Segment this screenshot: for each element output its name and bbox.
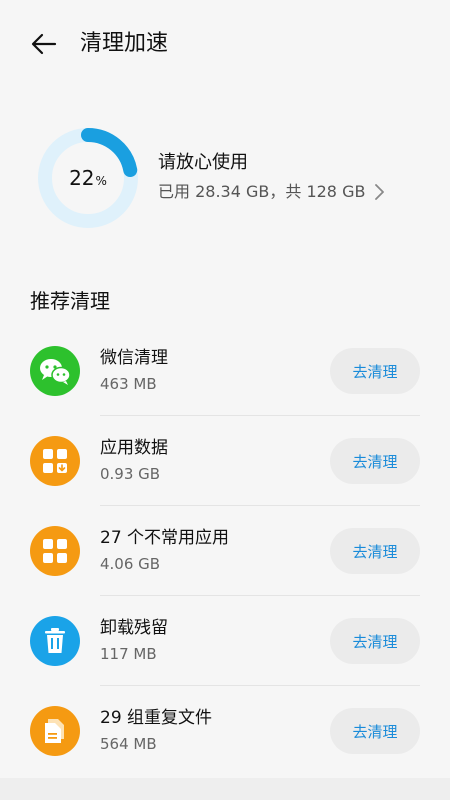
bottom-bar (0, 778, 450, 800)
clean-button[interactable]: 去清理 (330, 438, 420, 484)
storage-percent: 22% (36, 126, 140, 230)
item-size: 117 MB (100, 645, 157, 663)
item-name: 27 个不常用应用 (100, 528, 230, 548)
wechat-icon (40, 359, 71, 385)
item-name: 应用数据 (100, 438, 168, 458)
chevron-right-icon (375, 184, 385, 200)
header: 清理加速 (0, 0, 450, 88)
item-size: 564 MB (100, 735, 157, 753)
item-size: 4.06 GB (100, 555, 161, 573)
page-title: 清理加速 (80, 31, 169, 56)
storage-percent-unit: % (95, 173, 107, 188)
apps-grid-icon (43, 539, 67, 563)
duplicate-files-icon-badge (30, 706, 80, 756)
item-size: 0.93 GB (100, 465, 161, 483)
storage-detail[interactable]: 已用 28.34 GB，共 128 GB (158, 180, 385, 204)
clean-button[interactable]: 去清理 (330, 528, 420, 574)
list-item[interactable]: 29 组重复文件 564 MB 去清理 (0, 686, 450, 776)
storage-status: 请放心使用 (158, 152, 248, 173)
clean-button[interactable]: 去清理 (330, 708, 420, 754)
storage-percent-value: 22 (69, 166, 95, 190)
trash-icon-badge (30, 616, 80, 666)
apps-grid-icon-badge (30, 526, 80, 576)
item-name: 微信清理 (100, 348, 168, 368)
app-data-icon (43, 449, 67, 473)
app-data-icon-badge (30, 436, 80, 486)
item-name: 卸载残留 (100, 618, 168, 638)
wechat-icon-badge (30, 346, 80, 396)
list-item[interactable]: 27 个不常用应用 4.06 GB 去清理 (0, 506, 450, 596)
item-name: 29 组重复文件 (100, 708, 213, 728)
duplicate-files-icon (45, 719, 64, 743)
list-item[interactable]: 微信清理 463 MB 去清理 (0, 326, 450, 416)
clean-button[interactable]: 去清理 (330, 348, 420, 394)
back-button[interactable] (26, 26, 62, 62)
item-size: 463 MB (100, 375, 157, 393)
clean-button[interactable]: 去清理 (330, 618, 420, 664)
back-arrow-icon (31, 33, 57, 55)
section-title: 推荐清理 (30, 289, 110, 313)
recommend-list: 微信清理 463 MB 去清理 应用数据 0.93 GB 去清理 27 个不常用… (0, 326, 450, 776)
list-item[interactable]: 卸载残留 117 MB 去清理 (0, 596, 450, 686)
trash-icon (45, 628, 65, 653)
storage-summary[interactable]: 22% 请放心使用 已用 28.34 GB，共 128 GB (0, 120, 450, 240)
list-item[interactable]: 应用数据 0.93 GB 去清理 (0, 416, 450, 506)
cleanup-screen: 清理加速 22% 请放心使用 已用 28.34 GB，共 128 GB 推荐清理 (0, 0, 450, 800)
storage-detail-text: 已用 28.34 GB，共 128 GB (158, 182, 366, 201)
